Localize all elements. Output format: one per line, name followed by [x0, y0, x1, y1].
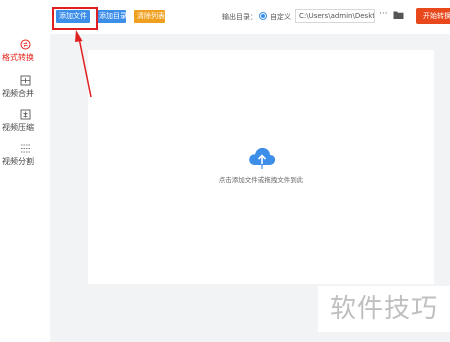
watermark-text: 软件技巧 [318, 286, 450, 332]
